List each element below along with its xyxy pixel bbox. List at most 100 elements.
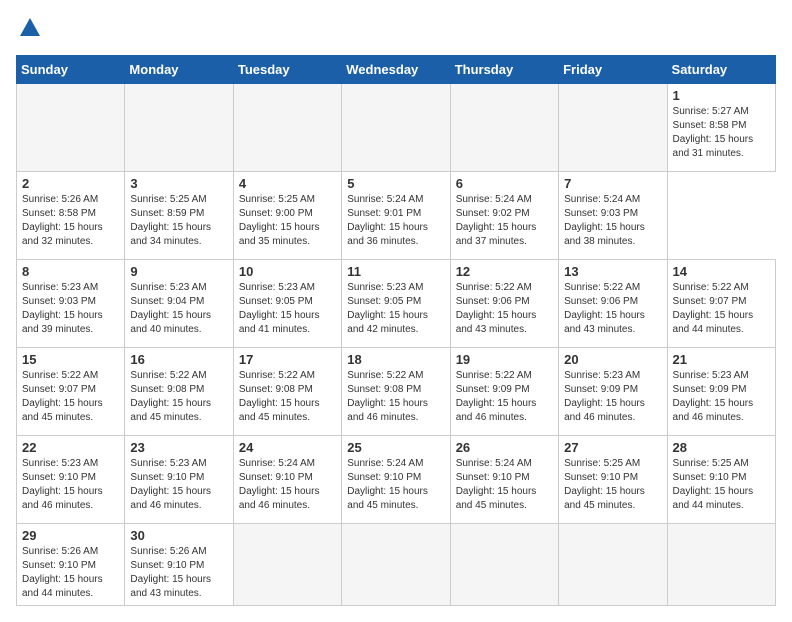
- day-cell-1: 1 Sunrise: 5:27 AMSunset: 8:58 PMDaylight…: [667, 84, 775, 172]
- day-cell-24: 24 Sunrise: 5:24 AMSunset: 9:10 PMDayligh…: [233, 436, 341, 524]
- day-number: 15: [22, 352, 119, 367]
- day-cell-8: 8 Sunrise: 5:23 AMSunset: 9:03 PMDaylight…: [17, 260, 125, 348]
- day-cell-14: 14 Sunrise: 5:22 AMSunset: 9:07 PMDayligh…: [667, 260, 775, 348]
- day-cell-10: 10 Sunrise: 5:23 AMSunset: 9:05 PMDayligh…: [233, 260, 341, 348]
- day-cell-6: 6 Sunrise: 5:24 AMSunset: 9:02 PMDaylight…: [450, 172, 558, 260]
- day-header-friday: Friday: [559, 56, 667, 84]
- day-cell-13: 13Sunrise: 5:22 AMSunset: 9:06 PMDayligh…: [559, 260, 667, 348]
- day-number: 29: [22, 528, 119, 543]
- day-info: Sunrise: 5:22 AMSunset: 9:08 PMDaylight:…: [347, 369, 444, 425]
- empty-cell: [450, 84, 558, 172]
- empty-cell: [450, 524, 558, 606]
- day-header-thursday: Thursday: [450, 56, 558, 84]
- day-info: Sunrise: 5:24 AMSunset: 9:10 PMDaylight:…: [456, 457, 553, 513]
- day-info: Sunrise: 5:22 AMSunset: 9:09 PMDaylight:…: [456, 369, 553, 425]
- day-info: Sunrise: 5:23 AMSunset: 9:04 PMDaylight:…: [130, 281, 227, 337]
- day-info: Sunrise: 5:26 AMSunset: 8:58 PMDaylight:…: [22, 193, 119, 249]
- day-cell-12: 12 Sunrise: 5:22 AMSunset: 9:06 PMDayligh…: [450, 260, 558, 348]
- day-number: 28: [673, 440, 770, 455]
- day-cell-16: 16 Sunrise: 5:22 AMSunset: 9:08 PMDayligh…: [125, 348, 233, 436]
- day-number: 20: [564, 352, 661, 367]
- day-info: Sunrise: 5:24 AMSunset: 9:10 PMDaylight:…: [239, 457, 336, 513]
- day-number: 23: [130, 440, 227, 455]
- day-number: 4: [239, 176, 336, 191]
- day-number: 12: [456, 264, 553, 279]
- logo: [16, 16, 42, 45]
- day-number: 6: [456, 176, 553, 191]
- empty-cell: [342, 524, 450, 606]
- day-number: 1: [673, 88, 770, 103]
- day-info: Sunrise: 5:22 AMSunset: 9:08 PMDaylight:…: [130, 369, 227, 425]
- day-header-sunday: Sunday: [17, 56, 125, 84]
- day-number: 11: [347, 264, 444, 279]
- day-number: 26: [456, 440, 553, 455]
- day-info: Sunrise: 5:23 AMSunset: 9:03 PMDaylight:…: [22, 281, 119, 337]
- day-number: 22: [22, 440, 119, 455]
- day-info: Sunrise: 5:22 AMSunset: 9:06 PMDaylight:…: [564, 281, 661, 337]
- day-cell-7: 7 Sunrise: 5:24 AMSunset: 9:03 PMDaylight…: [559, 172, 667, 260]
- day-header-saturday: Saturday: [667, 56, 775, 84]
- day-number: 10: [239, 264, 336, 279]
- day-number: 9: [130, 264, 227, 279]
- day-info: Sunrise: 5:23 AMSunset: 9:09 PMDaylight:…: [564, 369, 661, 425]
- day-info: Sunrise: 5:26 AMSunset: 9:10 PMDaylight:…: [22, 545, 119, 601]
- day-info: Sunrise: 5:24 AMSunset: 9:01 PMDaylight:…: [347, 193, 444, 249]
- day-cell-20: 20 Sunrise: 5:23 AMSunset: 9:09 PMDayligh…: [559, 348, 667, 436]
- day-cell-30: 30Sunrise: 5:26 AMSunset: 9:10 PMDayligh…: [125, 524, 233, 606]
- day-cell-2: 2 Sunrise: 5:26 AMSunset: 8:58 PMDaylight…: [17, 172, 125, 260]
- day-cell-17: 17 Sunrise: 5:22 AMSunset: 9:08 PMDayligh…: [233, 348, 341, 436]
- day-info: Sunrise: 5:25 AMSunset: 9:10 PMDaylight:…: [564, 457, 661, 513]
- day-number: 21: [673, 352, 770, 367]
- day-number: 14: [673, 264, 770, 279]
- day-cell-27: 27 Sunrise: 5:25 AMSunset: 9:10 PMDayligh…: [559, 436, 667, 524]
- day-info: Sunrise: 5:23 AMSunset: 9:09 PMDaylight:…: [673, 369, 770, 425]
- day-info: Sunrise: 5:22 AMSunset: 9:07 PMDaylight:…: [22, 369, 119, 425]
- day-number: 7: [564, 176, 661, 191]
- day-number: 17: [239, 352, 336, 367]
- day-number: 3: [130, 176, 227, 191]
- day-info: Sunrise: 5:24 AMSunset: 9:02 PMDaylight:…: [456, 193, 553, 249]
- empty-cell: [559, 84, 667, 172]
- day-header-monday: Monday: [125, 56, 233, 84]
- day-cell-5: 5 Sunrise: 5:24 AMSunset: 9:01 PMDaylight…: [342, 172, 450, 260]
- day-cell-15: 15 Sunrise: 5:22 AMSunset: 9:07 PMDayligh…: [17, 348, 125, 436]
- day-cell-21: 21 Sunrise: 5:23 AMSunset: 9:09 PMDayligh…: [667, 348, 775, 436]
- day-info: Sunrise: 5:27 AMSunset: 8:58 PMDaylight:…: [673, 105, 770, 161]
- day-cell-4: 4 Sunrise: 5:25 AMSunset: 9:00 PMDaylight…: [233, 172, 341, 260]
- day-header-tuesday: Tuesday: [233, 56, 341, 84]
- day-cell-19: 19 Sunrise: 5:22 AMSunset: 9:09 PMDayligh…: [450, 348, 558, 436]
- day-number: 8: [22, 264, 119, 279]
- day-info: Sunrise: 5:25 AMSunset: 9:10 PMDaylight:…: [673, 457, 770, 513]
- day-info: Sunrise: 5:22 AMSunset: 9:07 PMDaylight:…: [673, 281, 770, 337]
- day-cell-18: 18 Sunrise: 5:22 AMSunset: 9:08 PMDayligh…: [342, 348, 450, 436]
- day-number: 24: [239, 440, 336, 455]
- day-info: Sunrise: 5:23 AMSunset: 9:10 PMDaylight:…: [130, 457, 227, 513]
- day-number: 27: [564, 440, 661, 455]
- day-number: 25: [347, 440, 444, 455]
- empty-cell: [17, 84, 125, 172]
- day-info: Sunrise: 5:24 AMSunset: 9:03 PMDaylight:…: [564, 193, 661, 249]
- day-number: 5: [347, 176, 444, 191]
- day-cell-11: 11Sunrise: 5:23 AMSunset: 9:05 PMDayligh…: [342, 260, 450, 348]
- day-number: 2: [22, 176, 119, 191]
- day-cell-22: 22 Sunrise: 5:23 AMSunset: 9:10 PMDayligh…: [17, 436, 125, 524]
- day-info: Sunrise: 5:25 AMSunset: 9:00 PMDaylight:…: [239, 193, 336, 249]
- day-cell-9: 9 Sunrise: 5:23 AMSunset: 9:04 PMDaylight…: [125, 260, 233, 348]
- day-number: 18: [347, 352, 444, 367]
- day-number: 19: [456, 352, 553, 367]
- day-info: Sunrise: 5:23 AMSunset: 9:10 PMDaylight:…: [22, 457, 119, 513]
- empty-cell: [667, 524, 775, 606]
- day-info: Sunrise: 5:23 AMSunset: 9:05 PMDaylight:…: [239, 281, 336, 337]
- day-cell-28: 28 Sunrise: 5:25 AMSunset: 9:10 PMDayligh…: [667, 436, 775, 524]
- day-cell-3: 3 Sunrise: 5:25 AMSunset: 8:59 PMDaylight…: [125, 172, 233, 260]
- day-info: Sunrise: 5:25 AMSunset: 8:59 PMDaylight:…: [130, 193, 227, 249]
- day-cell-29: 29 Sunrise: 5:26 AMSunset: 9:10 PMDayligh…: [17, 524, 125, 606]
- empty-cell: [342, 84, 450, 172]
- page-header: [16, 16, 776, 45]
- day-info: Sunrise: 5:22 AMSunset: 9:06 PMDaylight:…: [456, 281, 553, 337]
- day-info: Sunrise: 5:22 AMSunset: 9:08 PMDaylight:…: [239, 369, 336, 425]
- day-info: Sunrise: 5:26 AMSunset: 9:10 PMDaylight:…: [130, 545, 227, 601]
- day-number: 16: [130, 352, 227, 367]
- empty-cell: [233, 84, 341, 172]
- day-cell-26: 26 Sunrise: 5:24 AMSunset: 9:10 PMDayligh…: [450, 436, 558, 524]
